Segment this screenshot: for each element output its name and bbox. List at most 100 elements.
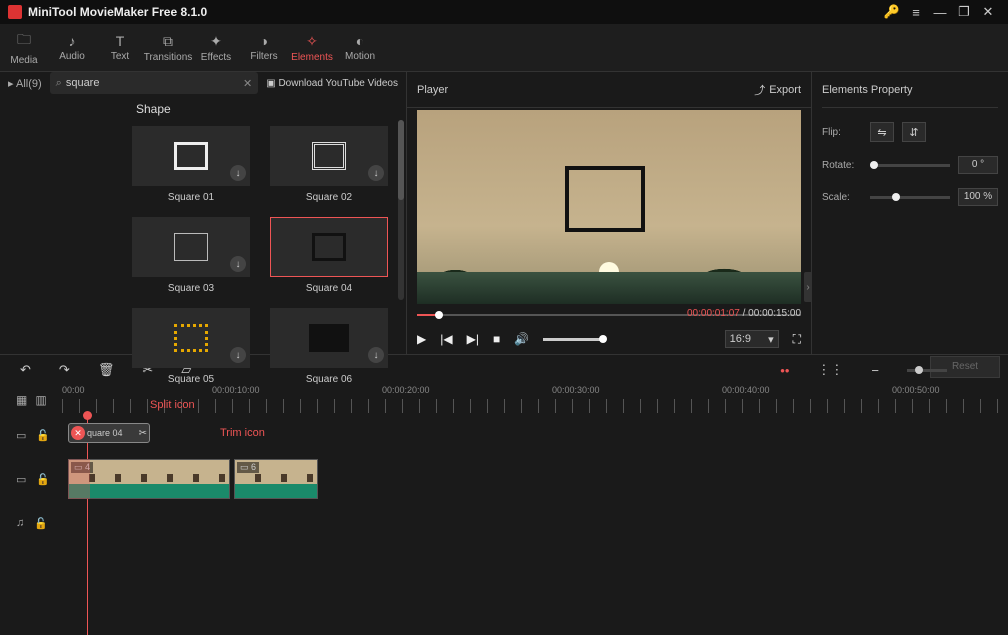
asset-browser: ▸ All(9) ⌕ ✕ ▣ Download YouTube Videos S… [0,72,406,354]
video-clip-1[interactable]: ▭ 4 [68,459,230,499]
stop-button[interactable]: ■ [493,332,500,346]
search-icon: ⌕ [56,77,62,90]
asset-grid: Shape ↓Square 01 ↓Square 02 ↓Square 03 S… [114,94,406,385]
prev-frame-button[interactable]: |◀ [440,332,452,346]
export-button[interactable]: ⤴Export [754,82,801,98]
time-ruler[interactable]: 00:00 00:00:10:00 00:00:20:00 00:00:30:0… [62,385,1008,415]
rotate-value[interactable]: 0 ° [958,156,998,174]
music-icon: ♪ [69,33,76,49]
tab-audio[interactable]: ♪Audio [48,24,96,71]
panel-collapse-handle[interactable]: › [804,272,812,302]
download-link[interactable]: ▣ Download YouTube Videos [266,78,398,89]
elements-track: ▭ 🔓 Split icon ✕ quare 04 ✂ Trim icon [0,415,1008,455]
tab-media[interactable]: 🗀Media [0,24,48,71]
tab-text[interactable]: TText [96,24,144,71]
lock-icon[interactable]: 🔓 [36,429,50,442]
tab-filters[interactable]: ◑Filters [240,24,288,71]
key-icon[interactable]: 🔑 [880,4,904,20]
download-icon[interactable]: ↓ [368,347,384,363]
download-icon[interactable]: ↓ [368,165,384,181]
annotation-trim: Trim icon [220,427,265,439]
seek-bar[interactable]: 00:00:01:07 / 00:00:15:00 [417,306,801,324]
lock-icon[interactable]: 🔓 [34,517,48,530]
timeline-mode-b-icon[interactable]: ▥ [35,393,46,407]
fullscreen-button[interactable]: ⛶ [793,332,801,347]
audio-track: ♫🔓 [0,503,1008,543]
overlay-element[interactable] [565,166,645,232]
asset-square-05[interactable]: ↓Square 05 [132,308,250,385]
flip-vertical-button[interactable]: ⇵ [902,122,926,142]
title-bar: MiniTool MovieMaker Free 8.1.0 🔑 ≡ — ❐ ✕ [0,0,1008,24]
tab-motion[interactable]: ◐Motion [336,24,384,71]
elements-lane[interactable]: Split icon ✕ quare 04 ✂ Trim icon [62,415,1008,455]
tree-column [0,94,114,385]
video-icon: ▣ [266,78,275,89]
section-title: Shape [136,102,398,116]
folder-icon: 🗀 [17,29,31,53]
asset-square-01[interactable]: ↓Square 01 [132,126,250,203]
search-input-wrap: ⌕ ✕ [50,72,259,94]
properties-title: Elements Property [822,72,998,108]
tab-transitions[interactable]: ⧉Transitions [144,24,192,71]
rotate-slider[interactable] [870,164,950,167]
chevron-down-icon: ▾ [768,333,774,346]
asset-square-03[interactable]: ↓Square 03 [132,217,250,294]
scale-value[interactable]: 100 % [958,188,998,206]
annotation-split: Split icon [150,399,195,411]
maximize-button[interactable]: ❐ [952,4,976,20]
player-title: Player [417,84,448,96]
audio-lane[interactable] [62,503,1008,543]
video-track: ▭ 🔓 ▭ 4 ▭ 6 [0,455,1008,503]
trim-icon[interactable]: ✂ [139,428,147,439]
lock-icon[interactable]: 🔓 [36,473,50,486]
flip-label: Flip: [822,127,862,138]
split-icon[interactable]: ✕ [71,426,85,440]
clear-search-icon[interactable]: ✕ [243,77,252,90]
menu-icon[interactable]: ≡ [904,5,928,20]
asset-square-06[interactable]: ↓Square 06 [270,308,388,385]
volume-icon[interactable]: 🔊 [514,332,529,346]
asset-square-02[interactable]: ↓Square 02 [270,126,388,203]
close-button[interactable]: ✕ [976,4,1000,20]
download-icon[interactable]: ↓ [230,347,246,363]
scale-label: Scale: [822,192,862,203]
effects-icon: ✦ [210,33,222,50]
marker-icon[interactable]: ⋮⋮ [817,362,843,378]
minimize-button[interactable]: — [928,5,952,20]
flip-horizontal-button[interactable]: ⇋ [870,122,894,142]
tree-toggle[interactable]: ▸ All(9) [8,77,42,90]
zoom-slider[interactable] [907,369,947,372]
scrollbar[interactable] [398,120,404,300]
video-lane[interactable]: ▭ 4 ▭ 6 [62,455,1008,503]
next-frame-button[interactable]: ▶| [467,332,479,346]
track-icon[interactable]: ▭ [16,429,26,442]
music-icon[interactable]: ♫ [16,517,24,530]
transitions-icon: ⧉ [163,33,173,50]
properties-panel: Elements Property Flip: ⇋ ⇵ Rotate: 0 ° … [812,72,1008,354]
app-logo [8,5,22,19]
volume-slider[interactable] [543,338,603,341]
download-icon[interactable]: ↓ [230,256,246,272]
scale-slider[interactable] [870,196,950,199]
timeline-mode-a-icon[interactable]: ▦ [16,393,27,407]
marker-red-icon[interactable]: •• [780,363,789,378]
asset-square-04[interactable]: Square 04 [270,217,388,294]
play-button[interactable]: ▶ [417,332,426,346]
clip-element[interactable]: ✕ quare 04 ✂ [68,423,150,443]
tab-elements[interactable]: ✧Elements [288,24,336,71]
main-tabs: 🗀Media ♪Audio TText ⧉Transitions ✦Effect… [0,24,1008,72]
video-clip-2[interactable]: ▭ 6 [234,459,318,499]
export-icon: ⤴ [754,82,765,98]
download-icon[interactable]: ↓ [230,165,246,181]
filters-icon: ◑ [260,33,268,49]
text-icon: T [116,33,125,49]
reset-button[interactable]: Reset [930,356,1000,378]
search-input[interactable] [66,77,243,89]
aspect-select[interactable]: 16:9▾ [725,330,779,348]
zoom-out-button[interactable]: − [871,363,879,378]
time-current: 00:00:01:07 [687,308,740,319]
preview-canvas[interactable] [417,110,801,304]
tab-effects[interactable]: ✦Effects [192,24,240,71]
track-icon[interactable]: ▭ [16,473,26,486]
motion-icon: ◐ [356,33,364,49]
